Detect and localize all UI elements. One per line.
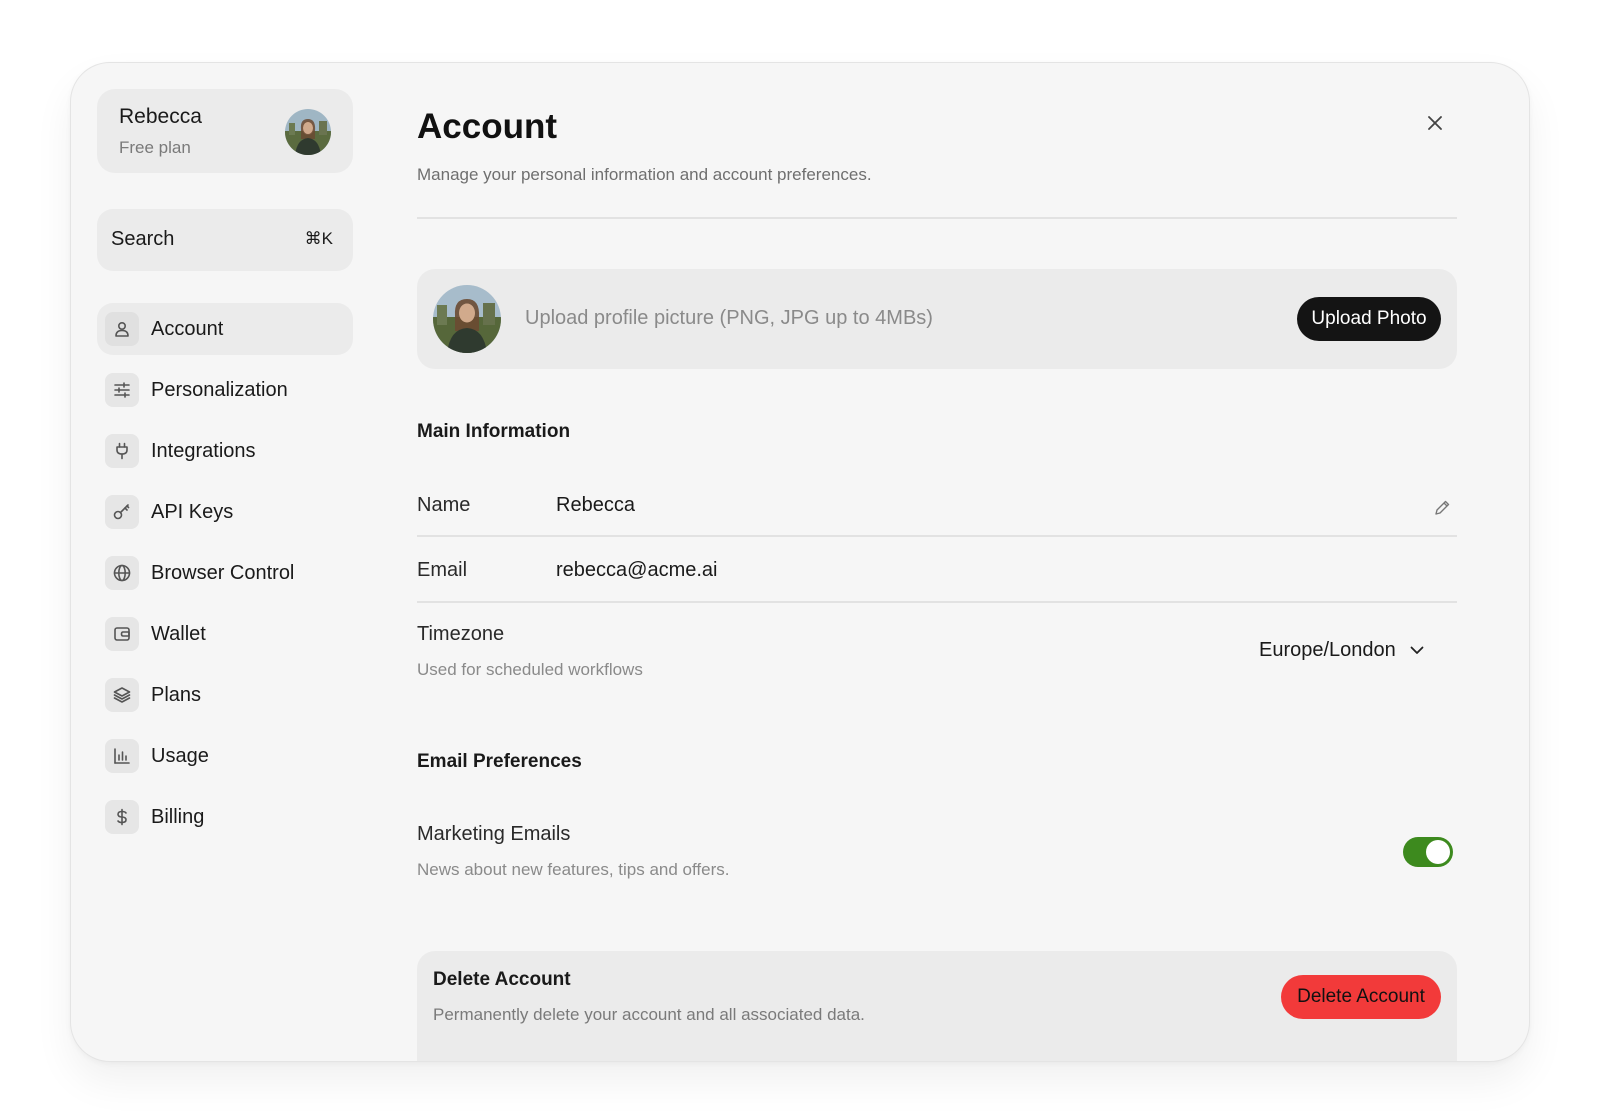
timezone-value: Europe/London: [1259, 639, 1396, 661]
sidebar-item-wallet[interactable]: Wallet: [97, 608, 353, 660]
search-box[interactable]: Search ⌘K: [97, 209, 353, 271]
row-divider: [417, 535, 1457, 537]
main-content: Account Manage your personal information…: [417, 63, 1457, 1061]
page-subtitle: Manage your personal information and acc…: [417, 165, 872, 184]
sidebar-item-label: Plans: [151, 683, 202, 706]
close-button[interactable]: [1421, 109, 1449, 137]
user-plan: Free plan: [119, 138, 191, 157]
sidebar-item-label: Wallet: [151, 622, 206, 645]
main-information-title: Main Information: [417, 421, 571, 442]
bar-chart-icon: [105, 739, 139, 773]
sidebar-item-label: Personalization: [151, 378, 288, 401]
sidebar-item-label: API Keys: [151, 500, 234, 523]
timezone-description: Used for scheduled workflows: [417, 660, 643, 679]
upload-photo-button[interactable]: Upload Photo: [1297, 297, 1441, 341]
timezone-select[interactable]: Europe/London: [1259, 639, 1424, 662]
page-title: Account: [417, 107, 557, 146]
delete-account-description: Permanently delete your account and all …: [433, 1005, 865, 1024]
email-preferences-title: Email Preferences: [417, 751, 582, 772]
search-label: Search: [111, 228, 175, 250]
sidebar-item-label: Usage: [151, 744, 209, 767]
name-value[interactable]: Rebecca: [556, 494, 635, 517]
sidebar-item-plans[interactable]: Plans: [97, 669, 353, 721]
sliders-icon: [105, 373, 139, 407]
dollar-icon: [105, 800, 139, 834]
sidebar-nav: Account Personalization Integrations API…: [97, 303, 353, 852]
pencil-icon[interactable]: [1433, 499, 1451, 517]
user-icon: [105, 312, 139, 346]
toggle-knob: [1426, 840, 1450, 864]
avatar[interactable]: [285, 109, 331, 155]
chevron-down-icon: [1410, 646, 1424, 654]
header-divider: [417, 217, 1457, 219]
sidebar-item-api-keys[interactable]: API Keys: [97, 486, 353, 538]
delete-account-title: Delete Account: [433, 969, 571, 990]
profile-avatar: [433, 285, 501, 353]
settings-window: Rebecca Free plan Search ⌘K Account Pers…: [70, 62, 1530, 1062]
upload-hint: Upload profile picture (PNG, JPG up to 4…: [525, 307, 933, 329]
upload-card: Upload profile picture (PNG, JPG up to 4…: [417, 269, 1457, 369]
marketing-emails-label: Marketing Emails: [417, 823, 571, 845]
sidebar-item-billing[interactable]: Billing: [97, 791, 353, 843]
sidebar-item-integrations[interactable]: Integrations: [97, 425, 353, 477]
user-name: Rebecca: [119, 105, 202, 128]
timezone-label: Timezone: [417, 623, 505, 645]
row-divider: [417, 601, 1457, 603]
search-shortcut: ⌘K: [304, 229, 333, 248]
marketing-emails-toggle[interactable]: [1403, 837, 1453, 867]
sidebar-item-personalization[interactable]: Personalization: [97, 364, 353, 416]
plug-icon: [105, 434, 139, 468]
sidebar-item-account[interactable]: Account: [97, 303, 353, 355]
delete-account-button[interactable]: Delete Account: [1281, 975, 1441, 1019]
sidebar-item-label: Integrations: [151, 439, 256, 462]
sidebar-item-label: Billing: [151, 805, 205, 828]
sidebar-item-label: Account: [151, 317, 224, 340]
marketing-emails-description: News about new features, tips and offers…: [417, 860, 730, 879]
layers-icon: [105, 678, 139, 712]
wallet-icon: [105, 617, 139, 651]
email-value[interactable]: rebecca@acme.ai: [556, 559, 717, 582]
user-card[interactable]: Rebecca Free plan: [97, 89, 353, 173]
sidebar-item-browser-control[interactable]: Browser Control: [97, 547, 353, 599]
email-label: Email: [417, 559, 468, 581]
close-icon: [1428, 116, 1442, 130]
sidebar-item-label: Browser Control: [151, 561, 295, 584]
name-label: Name: [417, 494, 471, 516]
sidebar-item-usage[interactable]: Usage: [97, 730, 353, 782]
key-icon: [105, 495, 139, 529]
globe-icon: [105, 556, 139, 590]
delete-account-card: Delete Account Permanently delete your a…: [417, 951, 1457, 1061]
